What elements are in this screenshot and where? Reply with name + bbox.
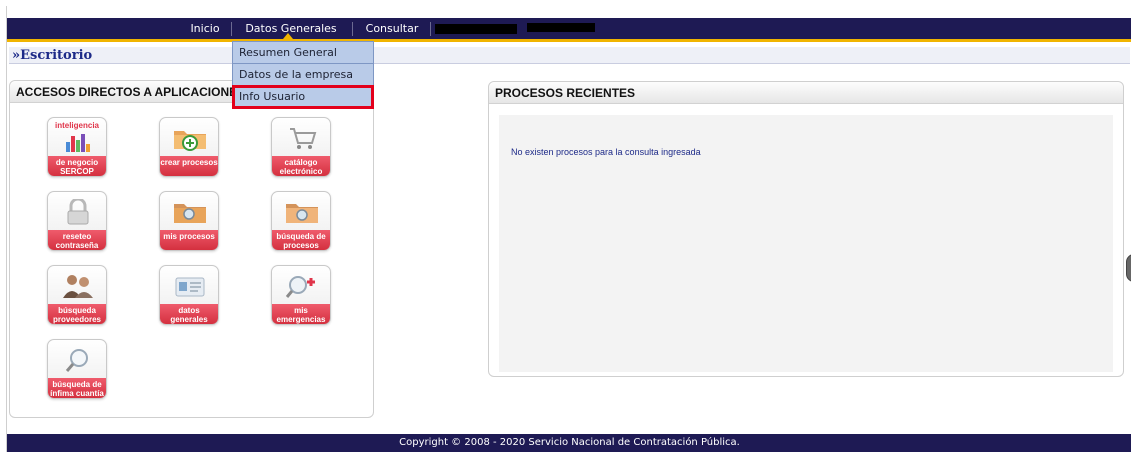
tile-reseteo-contrasena[interactable]: reseteo contraseña [47, 191, 107, 251]
tile-top-text: inteligencia [54, 121, 99, 130]
breadcrumb: »Escritorio [9, 47, 1130, 64]
menu-caret-icon [283, 33, 293, 39]
tile-label: catálogo electrónico [272, 156, 330, 176]
tile-label: crear procesos [160, 156, 218, 176]
tile-busqueda-proveedores[interactable]: búsqueda proveedores [47, 265, 107, 325]
folder-add-icon [174, 131, 206, 151]
tile-label: datos generales [160, 304, 218, 324]
accesos-directos-panel: ACCESOS DIRECTOS A APLICACIONES intelige… [9, 80, 374, 418]
top-navigation-bar: Inicio Datos Generales Consultar [7, 18, 1131, 42]
magnifier-cross-icon [285, 276, 315, 298]
empty-state-message: No existen procesos para la consulta ing… [511, 147, 701, 157]
redacted-nav-item[interactable] [527, 23, 595, 32]
tile-crear-procesos[interactable]: crear procesos [159, 117, 219, 177]
tile-inteligencia-de-negocio[interactable]: inteligencia de negocio SERCOP [47, 117, 107, 177]
recent-processes-area: No existen procesos para la consulta ing… [499, 115, 1113, 372]
panel-title: PROCESOS RECIENTES [489, 82, 1123, 104]
tile-busqueda-infima-cuantia[interactable]: búsqueda de ínfima cuantía [47, 339, 107, 399]
redacted-nav-item[interactable] [435, 24, 517, 34]
nav-item-consultar[interactable]: Consultar [357, 18, 427, 39]
folder-search-icon [286, 204, 318, 223]
tile-label: de negocio SERCOP [48, 156, 106, 176]
tile-label: mis procesos [160, 230, 218, 250]
datos-generales-dropdown-menu: Resumen General Datos de la empresa Info… [232, 41, 374, 109]
tile-label: búsqueda proveedores [48, 304, 106, 324]
tile-datos-generales[interactable]: datos generales [159, 265, 219, 325]
menu-item-resumen-general[interactable]: Resumen General [233, 42, 373, 64]
padlock-icon [67, 199, 89, 225]
nav-separator [352, 22, 353, 36]
tile-label: reseteo contraseña [48, 230, 106, 250]
folder-search-icon [174, 204, 206, 223]
tile-label: mis emergencias [272, 304, 330, 324]
shopping-cart-icon [290, 128, 317, 149]
footer-copyright: Copyright © 2008 - 2020 Servicio Naciona… [7, 434, 1131, 452]
id-card-icon [175, 277, 205, 297]
people-icon [63, 275, 93, 298]
tile-catalogo-electronico[interactable]: catálogo electrónico [271, 117, 331, 177]
menu-item-datos-de-la-empresa[interactable]: Datos de la empresa [233, 64, 373, 86]
tile-busqueda-de-procesos[interactable]: búsqueda de procesos [271, 191, 331, 251]
nav-item-inicio[interactable]: Inicio [180, 18, 230, 39]
procesos-recientes-panel: PROCESOS RECIENTES No existen procesos p… [488, 81, 1124, 377]
tile-label: búsqueda de ínfima cuantía [48, 378, 106, 398]
tile-mis-procesos[interactable]: mis procesos [159, 191, 219, 251]
tile-label: búsqueda de procesos [272, 230, 330, 250]
tile-mis-emergencias[interactable]: mis emergencias [271, 265, 331, 325]
magnifier-icon [65, 349, 88, 372]
menu-item-info-usuario[interactable]: Info Usuario [232, 85, 374, 109]
side-scroll-handle[interactable] [1126, 254, 1131, 282]
nav-separator [430, 22, 431, 36]
bar-chart-icon [66, 134, 90, 152]
browser-content: Inicio Datos Generales Consultar »Escrit… [6, 6, 1131, 452]
